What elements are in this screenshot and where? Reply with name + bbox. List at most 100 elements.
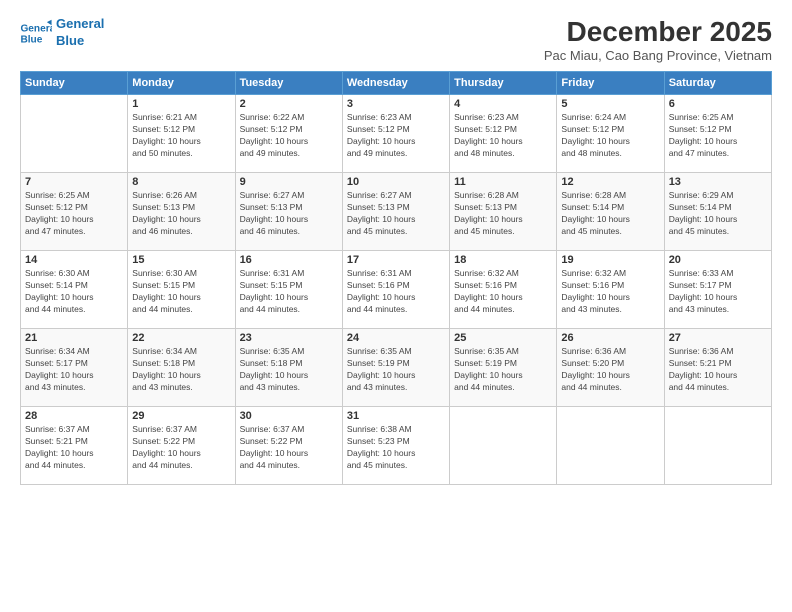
calendar-cell: 1 Sunrise: 6:21 AM Sunset: 5:12 PM Daylig… (128, 95, 235, 173)
calendar-cell: 21 Sunrise: 6:34 AM Sunset: 5:17 PM Dayli… (21, 329, 128, 407)
day-info: Sunrise: 6:23 AM Sunset: 5:12 PM Dayligh… (454, 112, 552, 160)
day-info: Sunrise: 6:38 AM Sunset: 5:23 PM Dayligh… (347, 424, 445, 472)
day-info: Sunrise: 6:28 AM Sunset: 5:13 PM Dayligh… (454, 190, 552, 238)
day-number: 16 (240, 254, 338, 266)
day-number: 19 (561, 254, 659, 266)
day-number: 21 (25, 332, 123, 344)
day-info: Sunrise: 6:32 AM Sunset: 5:16 PM Dayligh… (454, 268, 552, 316)
day-number: 2 (240, 98, 338, 110)
day-number: 7 (25, 176, 123, 188)
day-info: Sunrise: 6:27 AM Sunset: 5:13 PM Dayligh… (347, 190, 445, 238)
calendar-cell: 2 Sunrise: 6:22 AM Sunset: 5:12 PM Daylig… (235, 95, 342, 173)
day-number: 10 (347, 176, 445, 188)
day-number: 26 (561, 332, 659, 344)
col-header-tuesday: Tuesday (235, 72, 342, 95)
day-number: 5 (561, 98, 659, 110)
day-number: 29 (132, 410, 230, 422)
day-number: 9 (240, 176, 338, 188)
logo-text-general: General (56, 16, 104, 33)
day-info: Sunrise: 6:36 AM Sunset: 5:21 PM Dayligh… (669, 346, 767, 394)
calendar-cell: 15 Sunrise: 6:30 AM Sunset: 5:15 PM Dayli… (128, 251, 235, 329)
day-info: Sunrise: 6:37 AM Sunset: 5:21 PM Dayligh… (25, 424, 123, 472)
calendar-cell: 3 Sunrise: 6:23 AM Sunset: 5:12 PM Daylig… (342, 95, 449, 173)
calendar-cell (557, 407, 664, 485)
calendar-cell: 17 Sunrise: 6:31 AM Sunset: 5:16 PM Dayli… (342, 251, 449, 329)
header: General Blue General Blue December 2025 … (20, 16, 772, 63)
day-number: 14 (25, 254, 123, 266)
day-number: 11 (454, 176, 552, 188)
calendar-cell: 16 Sunrise: 6:31 AM Sunset: 5:15 PM Dayli… (235, 251, 342, 329)
day-info: Sunrise: 6:23 AM Sunset: 5:12 PM Dayligh… (347, 112, 445, 160)
calendar-cell: 22Sunrise: 6:34 AM Sunset: 5:18 PM Dayli… (128, 329, 235, 407)
calendar-table: SundayMondayTuesdayWednesdayThursdayFrid… (20, 71, 772, 485)
day-info: Sunrise: 6:27 AM Sunset: 5:13 PM Dayligh… (240, 190, 338, 238)
calendar-cell: 11 Sunrise: 6:28 AM Sunset: 5:13 PM Dayli… (450, 173, 557, 251)
subtitle: Pac Miau, Cao Bang Province, Vietnam (544, 48, 772, 63)
calendar-page: General Blue General Blue December 2025 … (0, 0, 792, 612)
day-number: 1 (132, 98, 230, 110)
calendar-cell: 31Sunrise: 6:38 AM Sunset: 5:23 PM Dayli… (342, 407, 449, 485)
calendar-cell: 13Sunrise: 6:29 AM Sunset: 5:14 PM Dayli… (664, 173, 771, 251)
day-number: 8 (132, 176, 230, 188)
day-number: 23 (240, 332, 338, 344)
calendar-cell: 23 Sunrise: 6:35 AM Sunset: 5:18 PM Dayli… (235, 329, 342, 407)
calendar-cell: 19Sunrise: 6:32 AM Sunset: 5:16 PM Dayli… (557, 251, 664, 329)
day-number: 4 (454, 98, 552, 110)
calendar-cell: 30Sunrise: 6:37 AM Sunset: 5:22 PM Dayli… (235, 407, 342, 485)
svg-text:Blue: Blue (20, 34, 42, 45)
day-number: 30 (240, 410, 338, 422)
day-info: Sunrise: 6:25 AM Sunset: 5:12 PM Dayligh… (669, 112, 767, 160)
week-row-3: 14 Sunrise: 6:30 AM Sunset: 5:14 PM Dayli… (21, 251, 772, 329)
title-block: December 2025 Pac Miau, Cao Bang Provinc… (544, 16, 772, 63)
calendar-cell (450, 407, 557, 485)
calendar-cell: 26 Sunrise: 6:36 AM Sunset: 5:20 PM Dayli… (557, 329, 664, 407)
calendar-cell: 18 Sunrise: 6:32 AM Sunset: 5:16 PM Dayli… (450, 251, 557, 329)
calendar-cell: 14 Sunrise: 6:30 AM Sunset: 5:14 PM Dayli… (21, 251, 128, 329)
day-info: Sunrise: 6:35 AM Sunset: 5:19 PM Dayligh… (347, 346, 445, 394)
day-info: Sunrise: 6:29 AM Sunset: 5:14 PM Dayligh… (669, 190, 767, 238)
logo-icon: General Blue (20, 19, 52, 47)
col-header-saturday: Saturday (664, 72, 771, 95)
calendar-cell: 27 Sunrise: 6:36 AM Sunset: 5:21 PM Dayli… (664, 329, 771, 407)
week-row-5: 28Sunrise: 6:37 AM Sunset: 5:21 PM Dayli… (21, 407, 772, 485)
day-info: Sunrise: 6:34 AM Sunset: 5:17 PM Dayligh… (25, 346, 123, 394)
logo: General Blue General Blue (20, 16, 104, 50)
day-number: 17 (347, 254, 445, 266)
day-info: Sunrise: 6:25 AM Sunset: 5:12 PM Dayligh… (25, 190, 123, 238)
day-info: Sunrise: 6:26 AM Sunset: 5:13 PM Dayligh… (132, 190, 230, 238)
day-number: 6 (669, 98, 767, 110)
calendar-cell: 28Sunrise: 6:37 AM Sunset: 5:21 PM Dayli… (21, 407, 128, 485)
calendar-cell: 7 Sunrise: 6:25 AM Sunset: 5:12 PM Daylig… (21, 173, 128, 251)
logo-text-blue: Blue (56, 33, 104, 50)
calendar-cell: 29 Sunrise: 6:37 AM Sunset: 5:22 PM Dayli… (128, 407, 235, 485)
week-row-1: 1 Sunrise: 6:21 AM Sunset: 5:12 PM Daylig… (21, 95, 772, 173)
week-row-4: 21 Sunrise: 6:34 AM Sunset: 5:17 PM Dayli… (21, 329, 772, 407)
day-info: Sunrise: 6:24 AM Sunset: 5:12 PM Dayligh… (561, 112, 659, 160)
day-number: 3 (347, 98, 445, 110)
calendar-cell: 24 Sunrise: 6:35 AM Sunset: 5:19 PM Dayli… (342, 329, 449, 407)
calendar-cell (21, 95, 128, 173)
calendar-cell: 12Sunrise: 6:28 AM Sunset: 5:14 PM Dayli… (557, 173, 664, 251)
calendar-cell: 5 Sunrise: 6:24 AM Sunset: 5:12 PM Daylig… (557, 95, 664, 173)
day-info: Sunrise: 6:35 AM Sunset: 5:18 PM Dayligh… (240, 346, 338, 394)
col-header-monday: Monday (128, 72, 235, 95)
day-number: 24 (347, 332, 445, 344)
calendar-cell: 9 Sunrise: 6:27 AM Sunset: 5:13 PM Daylig… (235, 173, 342, 251)
day-number: 22 (132, 332, 230, 344)
day-number: 15 (132, 254, 230, 266)
day-info: Sunrise: 6:31 AM Sunset: 5:15 PM Dayligh… (240, 268, 338, 316)
day-number: 27 (669, 332, 767, 344)
day-info: Sunrise: 6:22 AM Sunset: 5:12 PM Dayligh… (240, 112, 338, 160)
day-info: Sunrise: 6:36 AM Sunset: 5:20 PM Dayligh… (561, 346, 659, 394)
col-header-friday: Friday (557, 72, 664, 95)
header-row: SundayMondayTuesdayWednesdayThursdayFrid… (21, 72, 772, 95)
day-info: Sunrise: 6:30 AM Sunset: 5:14 PM Dayligh… (25, 268, 123, 316)
day-number: 25 (454, 332, 552, 344)
day-info: Sunrise: 6:37 AM Sunset: 5:22 PM Dayligh… (132, 424, 230, 472)
day-info: Sunrise: 6:31 AM Sunset: 5:16 PM Dayligh… (347, 268, 445, 316)
col-header-wednesday: Wednesday (342, 72, 449, 95)
day-info: Sunrise: 6:30 AM Sunset: 5:15 PM Dayligh… (132, 268, 230, 316)
day-info: Sunrise: 6:21 AM Sunset: 5:12 PM Dayligh… (132, 112, 230, 160)
day-number: 18 (454, 254, 552, 266)
col-header-sunday: Sunday (21, 72, 128, 95)
